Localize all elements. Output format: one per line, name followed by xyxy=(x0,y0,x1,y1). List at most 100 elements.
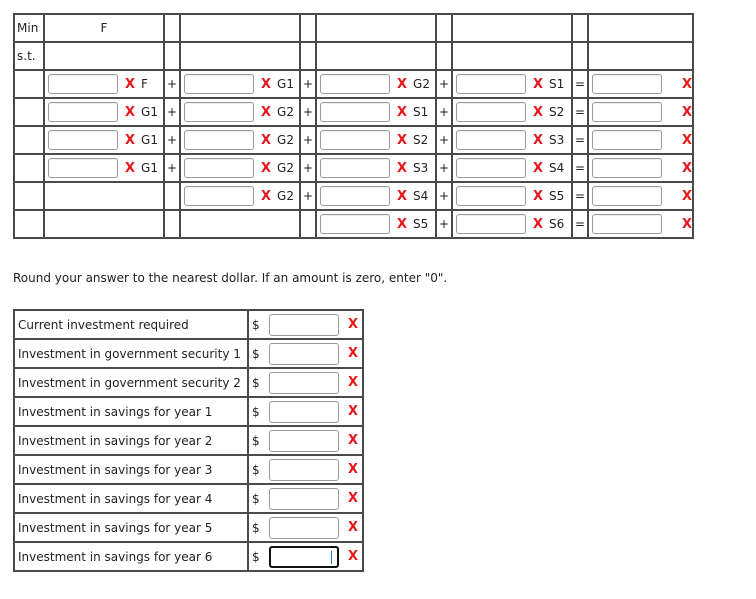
variable-name: S3 xyxy=(549,133,565,147)
coefficient-input[interactable] xyxy=(184,158,254,178)
coefficient-cell: X S4 xyxy=(451,153,573,183)
answer-label: Current investment required xyxy=(13,309,249,340)
currency-symbol: $ xyxy=(252,317,260,332)
incorrect-icon: X xyxy=(682,188,693,204)
amount-input[interactable] xyxy=(269,458,339,481)
coefficient-cell: XF xyxy=(43,69,165,99)
incorrect-icon: X xyxy=(125,160,136,176)
coefficient-input[interactable] xyxy=(320,102,390,122)
coefficient-cell: X G1 xyxy=(43,97,165,127)
constraints-header-row: s.t. xyxy=(13,41,695,71)
amount-input[interactable] xyxy=(269,342,339,365)
operator: + xyxy=(299,181,317,211)
incorrect-icon: X xyxy=(261,76,272,92)
constraint-row: X G2 + X S4 + X S5 = X xyxy=(13,181,695,211)
rhs-input[interactable] xyxy=(592,214,662,234)
currency-symbol: $ xyxy=(252,433,260,448)
variable-name: S1 xyxy=(413,105,429,119)
coefficient-input[interactable] xyxy=(48,74,118,94)
incorrect-icon: X xyxy=(348,375,359,390)
incorrect-icon: X xyxy=(682,76,693,92)
incorrect-icon: X xyxy=(125,104,136,120)
rhs-input[interactable] xyxy=(592,102,662,122)
amount-input[interactable] xyxy=(269,371,339,394)
coefficient-input[interactable] xyxy=(456,158,526,178)
variable-name: S3 xyxy=(413,161,429,175)
incorrect-icon: X xyxy=(348,317,359,332)
variable-name: S4 xyxy=(549,161,565,175)
coefficient-input[interactable] xyxy=(456,214,526,234)
coefficient-input[interactable] xyxy=(456,102,526,122)
coefficient-cell: X G1 xyxy=(43,125,165,155)
incorrect-icon: X xyxy=(533,188,544,204)
coefficient-cell: X G2 xyxy=(179,153,301,183)
currency-symbol: $ xyxy=(252,520,260,535)
variable-name: S1 xyxy=(549,77,565,91)
coefficient-input[interactable] xyxy=(184,130,254,150)
coefficient-input[interactable] xyxy=(456,186,526,206)
currency-symbol: $ xyxy=(252,549,260,564)
currency-symbol: $ xyxy=(252,404,260,419)
amount-input[interactable] xyxy=(269,545,339,568)
amount-input[interactable] xyxy=(269,313,339,336)
operator: + xyxy=(163,125,181,155)
rhs-input[interactable] xyxy=(592,158,662,178)
answer-row: Investment in savings for year 1 $ X xyxy=(13,396,364,427)
operator xyxy=(163,209,181,239)
coefficient-input[interactable] xyxy=(320,158,390,178)
coefficient-cell: X G2 xyxy=(179,97,301,127)
answer-label: Investment in savings for year 5 xyxy=(13,512,249,543)
amount-input[interactable] xyxy=(269,429,339,452)
incorrect-icon: X xyxy=(261,104,272,120)
coefficient-input[interactable] xyxy=(320,74,390,94)
operator: = xyxy=(571,209,589,239)
operator: + xyxy=(435,97,453,127)
variable-name: S2 xyxy=(549,105,565,119)
variable-name: G1 xyxy=(141,105,158,119)
answer-row: Investment in savings for year 4 $ X xyxy=(13,483,364,514)
answer-label: Investment in government security 1 xyxy=(13,338,249,369)
coefficient-cell: X S2 xyxy=(315,125,437,155)
operator: + xyxy=(435,181,453,211)
coefficient-input[interactable] xyxy=(320,186,390,206)
coefficient-input[interactable] xyxy=(456,130,526,150)
incorrect-icon: X xyxy=(397,188,408,204)
coefficient-input[interactable] xyxy=(48,130,118,150)
operator: + xyxy=(299,69,317,99)
coefficient-input[interactable] xyxy=(184,186,254,206)
rhs-input[interactable] xyxy=(592,186,662,206)
lp-model-table: Min F s.t. X F + X G1 + X G2 + X S1 = X X G1 + X G2 + X S1 + X… xyxy=(13,13,695,239)
rhs-cell: X xyxy=(586,97,695,127)
rhs-input[interactable] xyxy=(592,130,662,150)
coefficient-input[interactable] xyxy=(320,214,390,234)
variable-name: S6 xyxy=(549,217,565,231)
variable-name: F xyxy=(141,77,148,91)
answer-row: Investment in savings for year 6 $ X xyxy=(13,541,364,572)
coefficient-input[interactable] xyxy=(48,102,118,122)
answer-row: Investment in government security 1 $ X xyxy=(13,338,364,369)
rhs-cell: X xyxy=(586,209,695,239)
answer-row: Investment in government security 2 $ X xyxy=(13,367,364,398)
answer-row: Investment in savings for year 5 $ X xyxy=(13,512,364,543)
variable-name: G2 xyxy=(413,77,430,91)
variable-name: G2 xyxy=(277,189,294,203)
answer-label: Investment in government security 2 xyxy=(13,367,249,398)
rhs-input[interactable] xyxy=(592,74,662,94)
coefficient-input[interactable] xyxy=(184,102,254,122)
amount-input[interactable] xyxy=(269,516,339,539)
amount-input[interactable] xyxy=(269,487,339,510)
incorrect-icon: X xyxy=(533,216,544,232)
constraints-label: s.t. xyxy=(13,41,45,71)
amount-input[interactable] xyxy=(269,400,339,423)
coefficient-input[interactable] xyxy=(320,130,390,150)
variable-name: S5 xyxy=(413,217,429,231)
operator: + xyxy=(435,209,453,239)
answer-row: Investment in savings for year 2 $ X xyxy=(13,425,364,456)
answer-label: Investment in savings for year 1 xyxy=(13,396,249,427)
operator: + xyxy=(435,153,453,183)
coefficient-input[interactable] xyxy=(456,74,526,94)
coefficient-input[interactable] xyxy=(184,74,254,94)
coefficient-input[interactable] xyxy=(48,158,118,178)
constraint-row: X G1 + X G2 + X S2 + X S3 = X xyxy=(13,125,695,155)
incorrect-icon: X xyxy=(682,160,693,176)
